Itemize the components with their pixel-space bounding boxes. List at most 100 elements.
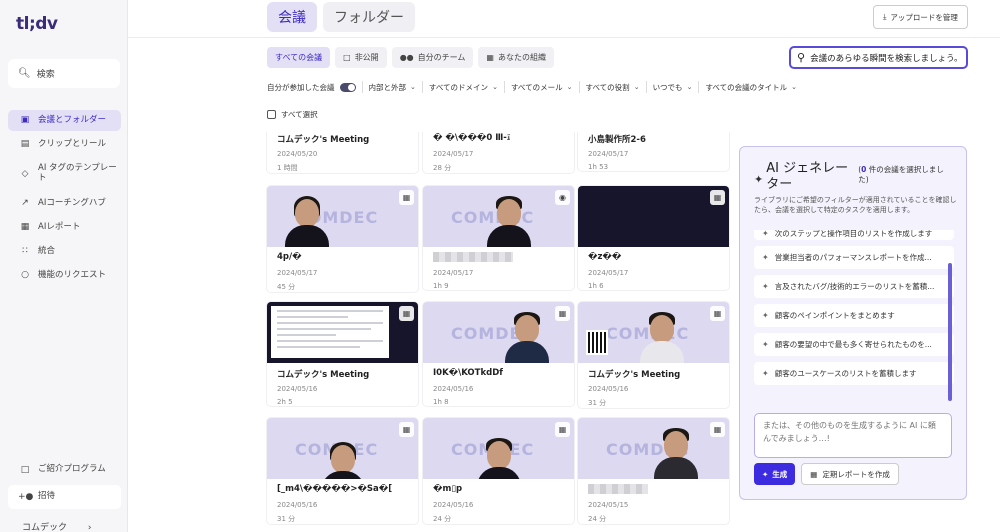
sidebar-item-label: AI タグのテンプレート bbox=[38, 163, 117, 183]
sidebar-item-label: AIレポート bbox=[38, 221, 81, 232]
ai-prompt-item[interactable]: ✦ 次のステップと操作項目のリストを作成します bbox=[754, 230, 954, 240]
ai-prompt-item[interactable]: ✦ 顧客の要望の中で最も多く寄せられたものを... bbox=[754, 333, 954, 356]
meeting-duration: 1 時間 bbox=[277, 164, 298, 172]
meeting-thumbnail: COMDEC ▦ bbox=[578, 418, 729, 479]
meeting-date: 2024/05/16 bbox=[433, 385, 474, 393]
sidebar-item-integrations[interactable]: ∷ 統合 bbox=[8, 241, 121, 262]
meeting-search-input[interactable]: ⚲ 会議のあらゆる瞬間を検索しましょう。 bbox=[789, 46, 968, 69]
ai-prompt-label: 顧客の要望の中で最も多く寄せられたものを... bbox=[774, 340, 932, 349]
tab-folders[interactable]: フォルダー bbox=[323, 2, 415, 32]
schedule-report-label: 定期レポートを作成 bbox=[822, 469, 890, 479]
meeting-card[interactable]: ▦ �z�� 2024/05/17 1h 6 bbox=[578, 186, 729, 290]
meeting-card[interactable]: ▦ コムデック's Meeting 2024/05/16 2h 5 bbox=[267, 302, 418, 406]
meeting-thumbnail: COMDEC ▦ bbox=[267, 186, 418, 247]
meeting-thumbnail: COMDEC ▦ bbox=[423, 418, 574, 479]
sparkle-icon: ✦ bbox=[762, 282, 769, 291]
manage-uploads-button[interactable]: ⤓ アップロードを管理 bbox=[873, 5, 968, 29]
meeting-card[interactable]: � �\���0 Ⅲ-፤ 2024/05/17 28 分 bbox=[423, 132, 574, 173]
meeting-date: 2024/05/17 bbox=[588, 269, 629, 277]
selected-count-suffix: 件の会議を選択しました) bbox=[858, 165, 944, 185]
meeting-title: � �\���0 Ⅲ-፤ bbox=[433, 133, 511, 143]
ai-prompt-label: 言及されたバグ/技術的エラーのリストを蓄積... bbox=[774, 282, 935, 291]
sidebar-item-referral[interactable]: □ ご紹介プログラム bbox=[8, 458, 121, 482]
meeting-date: 2024/05/16 bbox=[277, 501, 318, 509]
ai-prompt-scrollbar[interactable] bbox=[948, 263, 952, 401]
ai-prompt-item[interactable]: ✦ 顧客のユースケースのリストを蓄積します bbox=[754, 362, 954, 385]
chevron-down-icon: ⌄ bbox=[791, 83, 797, 91]
meeting-card[interactable]: COMDEC ▦ I0K�\KOTkdDf 2024/05/16 1h 8 bbox=[423, 302, 574, 406]
participant-video bbox=[321, 441, 365, 479]
title-dropdown[interactable]: すべての会議のタイトル ⌄ bbox=[699, 81, 803, 93]
role-dropdown[interactable]: すべての役割 ⌄ bbox=[580, 81, 647, 93]
tab-meetings[interactable]: 会議 bbox=[267, 2, 317, 32]
meeting-date: 2024/05/17 bbox=[433, 269, 474, 277]
select-all-checkbox[interactable] bbox=[267, 110, 276, 119]
internal-external-dropdown[interactable]: 内部と外部 ⌄ bbox=[363, 81, 423, 93]
meeting-date: 2024/05/16 bbox=[433, 501, 474, 509]
qr-code-image bbox=[586, 330, 608, 355]
meeting-duration: 1h 9 bbox=[433, 282, 449, 290]
sparkle-icon: ✦ bbox=[762, 230, 769, 238]
team-icon: ●● bbox=[399, 53, 414, 62]
building-icon: ▦ bbox=[399, 190, 414, 205]
sidebar-item-ai-tags[interactable]: ◇ AI タグのテンプレート bbox=[8, 158, 121, 190]
meeting-card[interactable]: COMDEC ▦ �m▯p 2024/05/16 24 分 bbox=[423, 418, 574, 524]
attended-filter[interactable]: 自分が参加した会議 bbox=[267, 81, 363, 93]
meeting-card[interactable]: COMDEC ▦ コムデック's Meeting 2024/05/16 31 分 bbox=[578, 302, 729, 408]
sidebar-item-invite[interactable]: +● 招待 bbox=[8, 485, 121, 509]
ai-prompt-item[interactable]: ✦ 顧客のペインポイントをまとめます bbox=[754, 304, 954, 327]
email-dropdown[interactable]: すべてのメール ⌄ bbox=[505, 81, 580, 93]
meeting-title: コムデック's Meeting bbox=[588, 370, 681, 380]
meeting-duration: 1h 6 bbox=[588, 282, 604, 290]
ai-generator-header: ✦ AI ジェネレーター (0 件の会議を選択しました) bbox=[754, 161, 952, 192]
sidebar-item-label: クリップとリール bbox=[38, 138, 107, 149]
meeting-card[interactable]: 小島製作所2-6 2024/05/17 1h 53 bbox=[578, 132, 729, 171]
meeting-card[interactable]: COMDEC ▦ 2024/05/15 24 分 bbox=[578, 418, 729, 524]
meeting-title bbox=[433, 252, 564, 266]
ai-prompt-label: 次のステップと操作項目のリストを作成します bbox=[774, 230, 933, 238]
meeting-card[interactable]: COMDEC ▦ 4p/� 2024/05/17 45 分 bbox=[267, 186, 418, 292]
sidebar-item-feature-request[interactable]: ○ 機能のリクエスト bbox=[8, 265, 121, 286]
generate-button[interactable]: ✦ 生成 bbox=[754, 463, 796, 485]
globe-icon: ◉ bbox=[555, 190, 570, 205]
sidebar-search-button[interactable]: 🔍︎ 検索 bbox=[8, 59, 120, 88]
ai-prompt-item[interactable]: ✦ 営業担当者のパフォーマンスレポートを作成... bbox=[754, 246, 954, 269]
participant-video bbox=[285, 195, 329, 247]
sidebar-item-reports[interactable]: ▦ AIレポート bbox=[8, 217, 121, 238]
meeting-card[interactable]: コムデック's Meeting 2024/05/20 1 時間 bbox=[267, 132, 418, 173]
workspace-label: コムデック bbox=[22, 523, 68, 532]
meeting-card[interactable]: COMDEC ▦ [_m4\�����>�Sa�[ 2024/05/16 31 … bbox=[267, 418, 418, 524]
domain-dropdown[interactable]: すべてのドメイン ⌄ bbox=[423, 81, 505, 93]
date-dropdown[interactable]: いつでも ⌄ bbox=[647, 81, 700, 93]
select-all[interactable]: すべて選択 bbox=[267, 109, 318, 120]
selected-count: (0 件の会議を選択しました) bbox=[858, 165, 952, 185]
meeting-duration: 45 分 bbox=[277, 283, 296, 291]
ai-prompt-label: 顧客のペインポイントをまとめます bbox=[774, 311, 895, 320]
participant-video bbox=[487, 195, 531, 247]
ai-prompt-item[interactable]: ✦ 言及されたバグ/技術的エラーのリストを蓄積... bbox=[754, 275, 954, 298]
building-icon: ▦ bbox=[486, 53, 494, 62]
sidebar-item-label: AIコーチングハブ bbox=[38, 197, 106, 208]
workspace-switcher[interactable]: コムデック › bbox=[22, 520, 92, 532]
attended-toggle[interactable] bbox=[339, 82, 356, 92]
meeting-date: 2024/05/17 bbox=[433, 150, 474, 158]
clip-icon: ▤ bbox=[20, 139, 30, 150]
meeting-duration: 24 分 bbox=[433, 515, 452, 523]
app-logo[interactable]: tl;dv bbox=[16, 14, 58, 34]
scope-tab-label: 非公開 bbox=[354, 53, 379, 62]
sidebar-item-coaching[interactable]: ↗ AIコーチングハブ bbox=[8, 193, 121, 214]
view-tabs: 会議 フォルダー bbox=[267, 2, 415, 32]
select-all-label: すべて選択 bbox=[281, 110, 318, 119]
sidebar-item-clips[interactable]: ▤ クリップとリール bbox=[8, 134, 121, 155]
sidebar-item-meetings[interactable]: ▣ 会議とフォルダー bbox=[8, 110, 121, 131]
schedule-report-button[interactable]: ▦ 定期レポートを作成 bbox=[801, 463, 899, 485]
ai-generator-description: ライブラリにご希望のフィルターが適用されていることを確認したら、会議を選択して特… bbox=[754, 196, 957, 214]
meeting-card[interactable]: COMDEC ◉ 2024/05/17 1h 9 bbox=[423, 186, 574, 290]
scope-tab-team[interactable]: ●● 自分のチーム bbox=[391, 47, 474, 68]
scope-tab-all[interactable]: すべての会議 bbox=[267, 47, 331, 68]
scope-tab-private[interactable]: □ 非公開 bbox=[335, 47, 387, 68]
ai-prompt-input[interactable] bbox=[754, 413, 952, 458]
scope-tab-organization[interactable]: ▦ あなたの組織 bbox=[478, 47, 554, 68]
participant-video bbox=[477, 437, 521, 479]
sidebar-item-label: 統合 bbox=[38, 245, 56, 256]
